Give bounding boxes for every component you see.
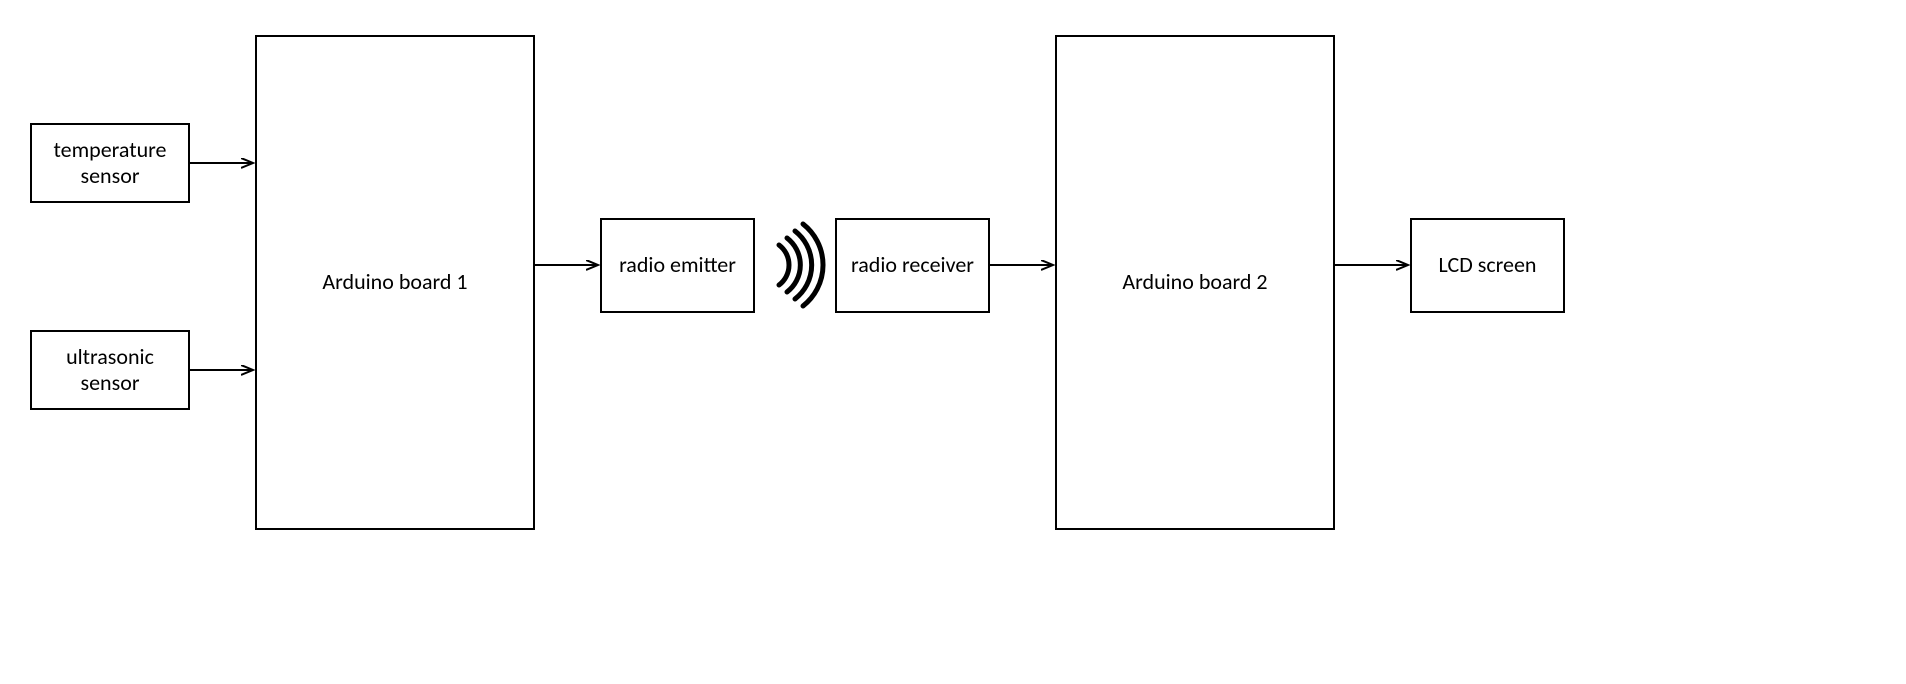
temperature-sensor-block: temperature sensor	[30, 123, 190, 203]
radio-receiver-label: radio receiver	[851, 252, 974, 278]
lcd-screen-label: LCD screen	[1439, 252, 1537, 278]
lcd-screen-block: LCD screen	[1410, 218, 1565, 313]
arduino-board-1-block: Arduino board 1	[255, 35, 535, 530]
radio-emitter-label: radio emitter	[619, 252, 736, 278]
radio-emitter-block: radio emitter	[600, 218, 755, 313]
arduino-board-2-label: Arduino board 2	[1122, 269, 1267, 295]
arduino-board-2-block: Arduino board 2	[1055, 35, 1335, 530]
ultrasonic-sensor-block: ultrasonic sensor	[30, 330, 190, 410]
ultrasonic-sensor-label: ultrasonic sensor	[36, 344, 184, 397]
temperature-sensor-label: temperature sensor	[36, 137, 184, 190]
block-diagram: temperature sensor ultrasonic sensor Ard…	[0, 0, 1906, 684]
wireless-icon	[779, 224, 823, 306]
arduino-board-1-label: Arduino board 1	[322, 269, 467, 295]
radio-receiver-block: radio receiver	[835, 218, 990, 313]
